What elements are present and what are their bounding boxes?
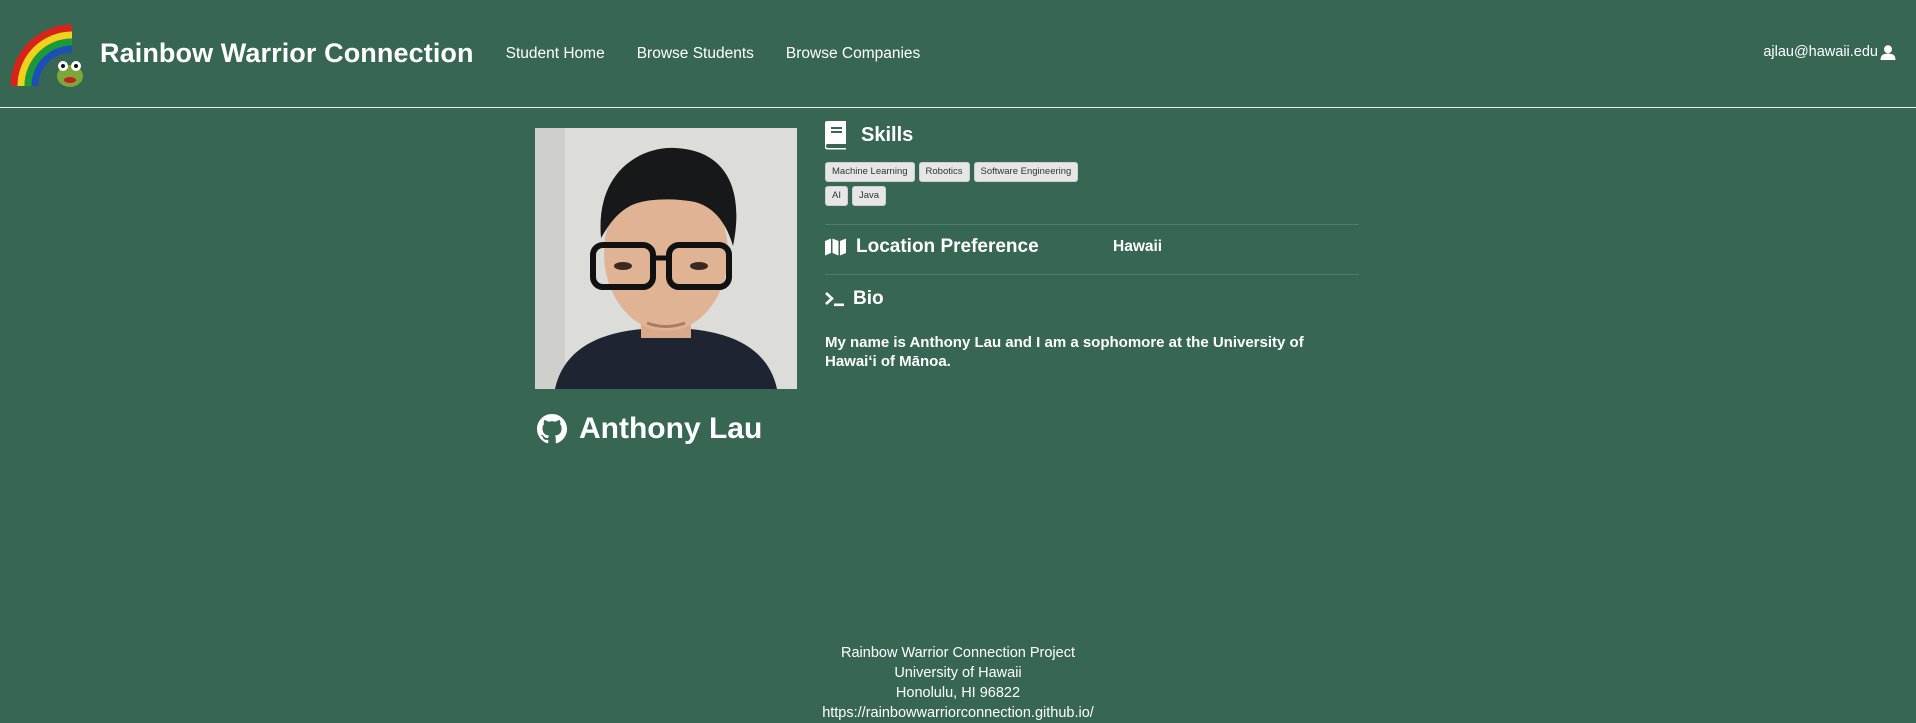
footer: Rainbow Warrior Connection Project Unive… [0, 643, 1916, 723]
nav-links: Student Home Browse Students Browse Comp… [506, 45, 953, 63]
terminal-icon [825, 292, 844, 307]
nav-link-browse-students[interactable]: Browse Students [637, 45, 754, 63]
footer-address: Honolulu, HI 96822 [895, 685, 1021, 701]
skill-tag: Java [851, 186, 887, 206]
nav-link-student-home[interactable]: Student Home [506, 45, 605, 63]
brand-title: Rainbow Warrior Connection [100, 38, 474, 68]
brand-link[interactable]: Rainbow Warrior Connection [10, 20, 474, 88]
rainbow-frog-logo-icon [10, 20, 86, 88]
skills-section: Skills Machine Learning Robotics Softwar… [825, 120, 1359, 210]
user-menu[interactable]: ajlau@hawaii.edu [1763, 44, 1896, 60]
map-icon [825, 238, 846, 256]
bio-section: Bio My name is Anthony Lau and I am a so… [825, 288, 1359, 371]
footer-university: University of Hawaii [894, 665, 1022, 681]
bio-title: Bio [853, 288, 884, 309]
navbar: Rainbow Warrior Connection Student Home … [0, 0, 1916, 108]
footer-project-name: Rainbow Warrior Connection Project [841, 645, 1075, 661]
location-title: Location Preference [856, 236, 1039, 257]
student-name: Anthony Lau [579, 412, 763, 445]
bio-text: My name is Anthony Lau and I am a sophom… [825, 334, 1304, 370]
location-header: Location Preference [825, 236, 1359, 258]
location-value: Hawaii [1113, 238, 1163, 255]
profile-name: Anthony Lau [537, 412, 762, 446]
skills-header: Skills [825, 120, 1359, 150]
skill-tag: Machine Learning [825, 162, 915, 182]
book-icon [825, 121, 846, 150]
skill-tag: Software Engineering [973, 162, 1079, 182]
skills-title: Skills [861, 123, 914, 146]
footer-link[interactable]: https://rainbowwarriorconnection.github.… [822, 705, 1094, 721]
bio-header: Bio [825, 288, 1359, 310]
student-photo [535, 128, 797, 389]
nav-link-browse-companies[interactable]: Browse Companies [786, 45, 920, 63]
skill-tag: AI [825, 186, 848, 206]
skill-tag: Robotics [918, 162, 970, 182]
divider [825, 224, 1359, 225]
skills-tags: Machine Learning Robotics Software Engin… [825, 162, 1085, 210]
user-email: ajlau@hawaii.edu [1763, 44, 1878, 60]
location-section: Location Preference Hawaii [825, 236, 1359, 258]
user-icon [1880, 44, 1896, 60]
divider [825, 274, 1359, 275]
github-icon[interactable] [537, 414, 567, 444]
